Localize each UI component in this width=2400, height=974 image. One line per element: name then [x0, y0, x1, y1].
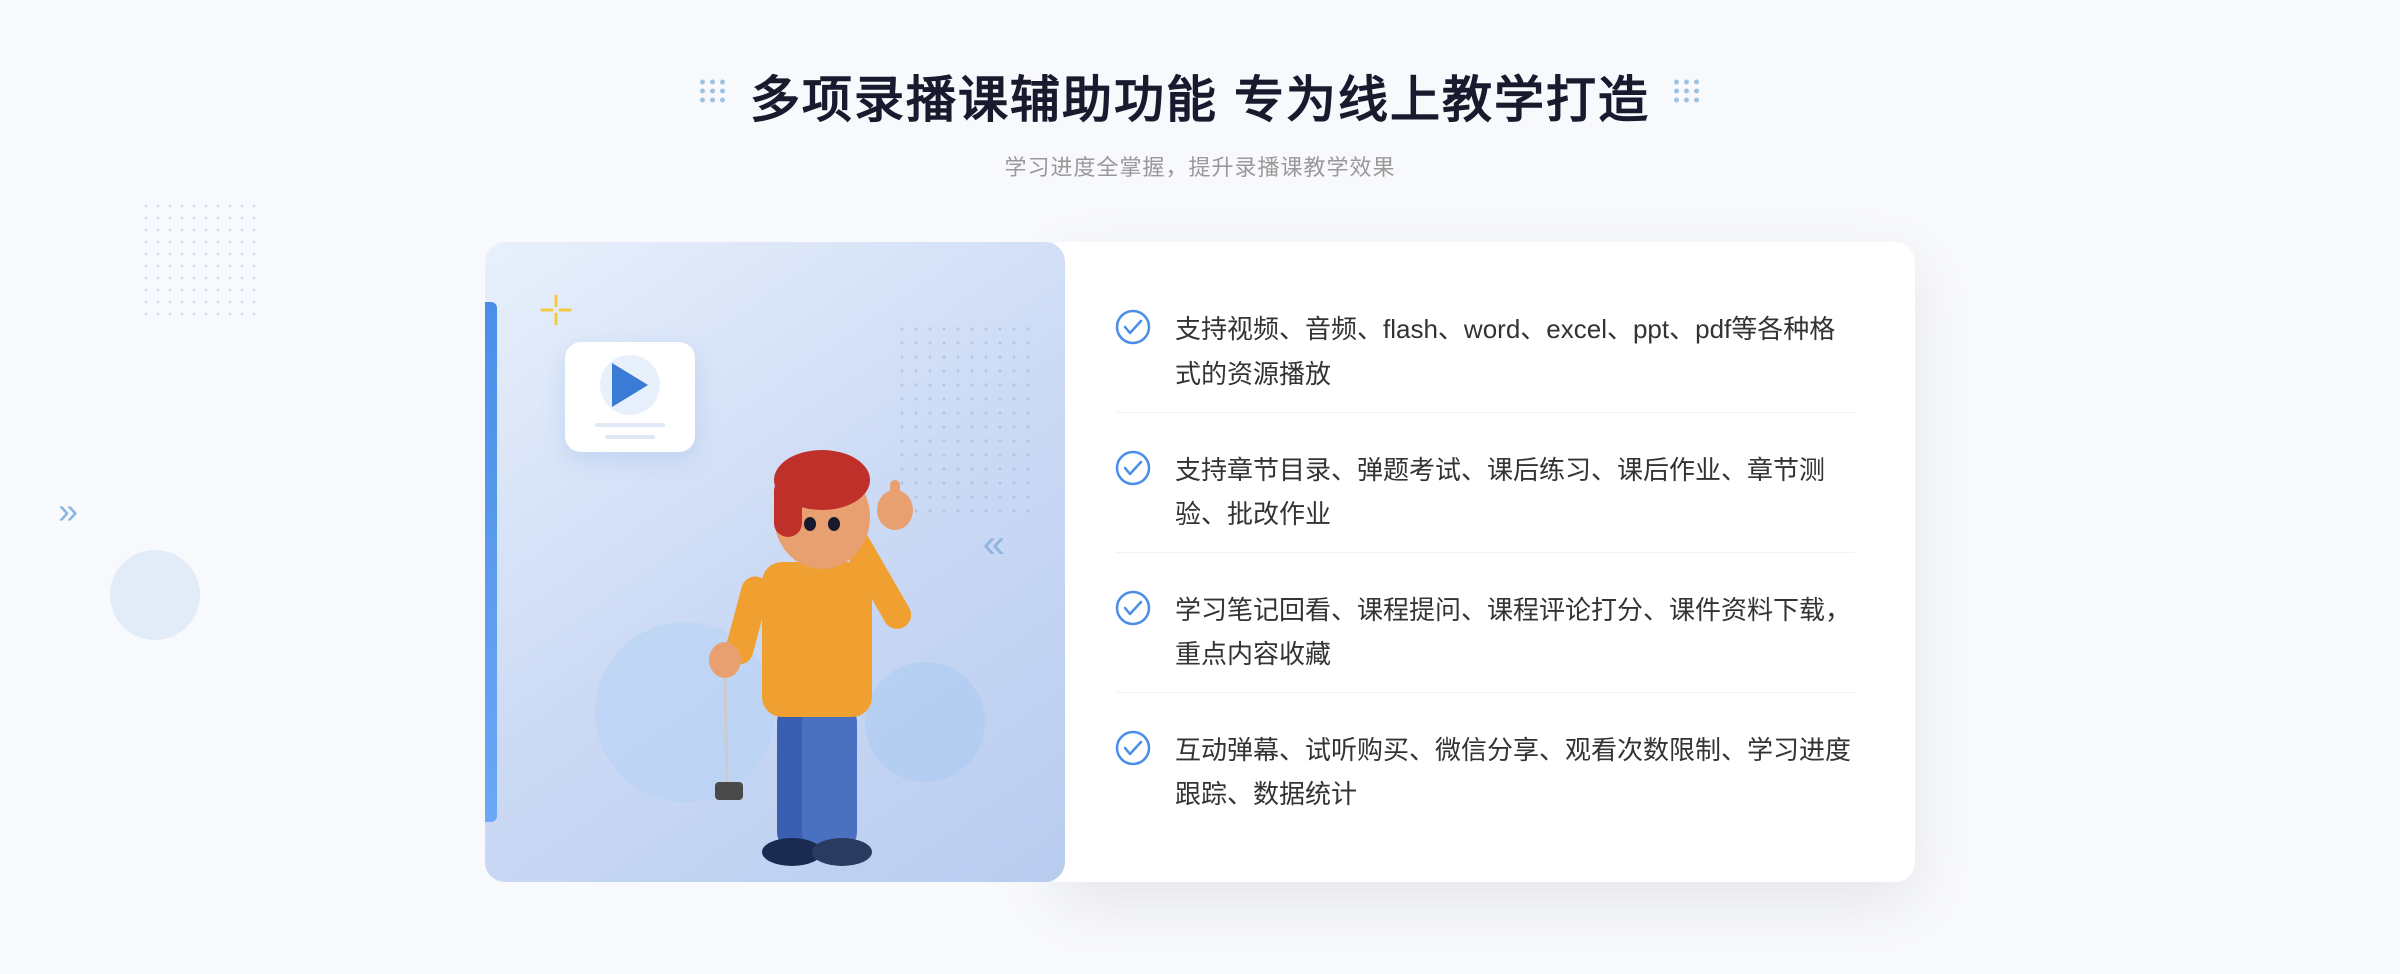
check-icon-2	[1115, 450, 1151, 486]
feature-text-2: 支持章节目录、弹题考试、课后练习、课后作业、章节测验、批改作业	[1175, 448, 1855, 536]
feature-item-1: 支持视频、音频、flash、word、excel、ppt、pdf等各种格式的资源…	[1115, 291, 1855, 412]
feature-item-3: 学习笔记回看、课程提问、课程评论打分、课件资料下载，重点内容收藏	[1115, 572, 1855, 693]
feature-text-1: 支持视频、音频、flash、word、excel、ppt、pdf等各种格式的资源…	[1175, 307, 1855, 395]
title-row: 多项录播课辅助功能 专为线上教学打造	[750, 60, 1650, 132]
header-dots-left	[700, 80, 726, 103]
feature-item-4: 互动弹幕、试听购买、微信分享、观看次数限制、学习进度跟踪、数据统计	[1115, 712, 1855, 832]
sparkle-icon	[540, 294, 572, 331]
main-content: «	[485, 242, 1915, 882]
features-panel: 支持视频、音频、flash、word、excel、ppt、pdf等各种格式的资源…	[1055, 242, 1915, 882]
illustration-card: «	[485, 242, 1065, 882]
feature-item-2: 支持章节目录、弹题考试、课后练习、课后作业、章节测验、批改作业	[1115, 432, 1855, 553]
check-icon-4	[1115, 730, 1151, 766]
header-dots-right	[1674, 80, 1700, 103]
page-header: 多项录播课辅助功能 专为线上教学打造 学习进度全掌握，提升录播课教学效果	[750, 0, 1650, 182]
check-icon-1	[1115, 309, 1151, 345]
subtitle: 学习进度全掌握，提升录播课教学效果	[750, 150, 1650, 182]
feature-text-4: 互动弹幕、试听购买、微信分享、观看次数限制、学习进度跟踪、数据统计	[1175, 728, 1855, 816]
bg-dots-left	[140, 200, 260, 320]
check-icon-3	[1115, 590, 1151, 626]
person-figure	[647, 362, 967, 882]
main-title: 多项录播课辅助功能 专为线上教学打造	[750, 60, 1650, 132]
blue-bar	[485, 302, 497, 822]
bg-circle-left	[110, 550, 200, 640]
chevron-left-icon: »	[58, 490, 78, 532]
illus-arrows-icon: «	[983, 522, 1005, 567]
feature-text-3: 学习笔记回看、课程提问、课程评论打分、课件资料下载，重点内容收藏	[1175, 588, 1855, 676]
page-container: » 多项录播课辅助功能 专为线上教学打造 学习进度全掌握，提升录播课教学效果	[0, 0, 2400, 974]
